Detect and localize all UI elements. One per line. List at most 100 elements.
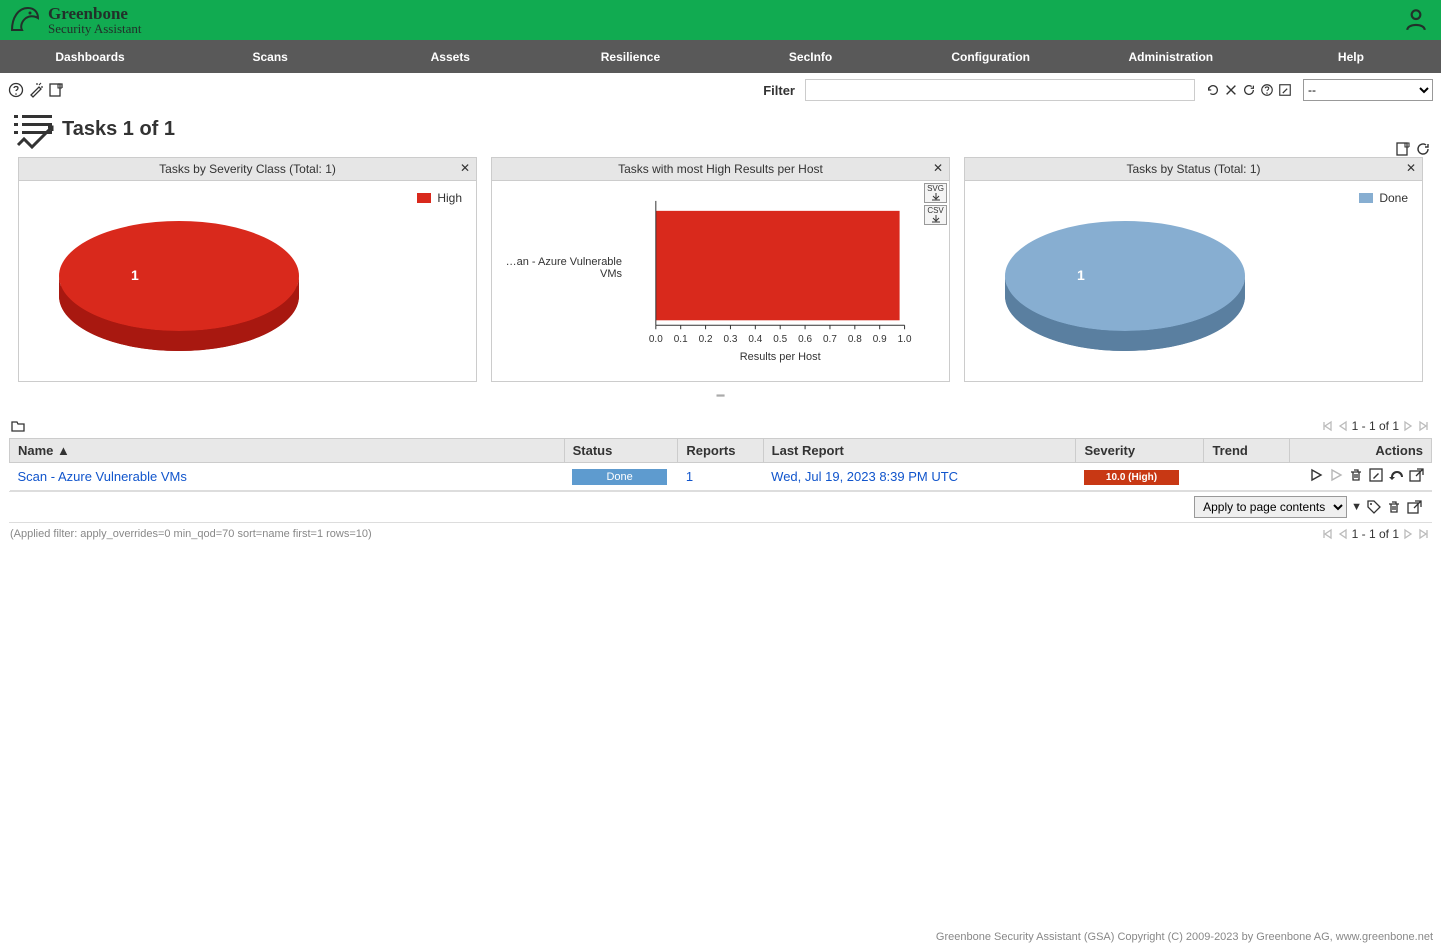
drag-handle-icon[interactable]: ━ [0,382,1441,414]
legend-severity-label: High [437,191,462,205]
page-last-icon[interactable] [1417,419,1431,433]
page-first-icon[interactable] [1320,419,1334,433]
delete-task-icon[interactable] [1348,467,1364,483]
reset-dashboard-icon[interactable] [1415,141,1431,157]
page-first-bottom-icon[interactable] [1320,527,1334,541]
user-icon[interactable] [1403,6,1429,35]
filter-help-icon[interactable] [1259,82,1275,98]
nav-administration[interactable]: Administration [1081,40,1261,73]
bulk-actions-row: Apply to page contents ▼ [9,491,1432,523]
svg-text:0.7: 0.7 [823,334,837,345]
card-status-close-icon[interactable]: ✕ [1406,161,1416,175]
svg-text:1.0: 1.0 [898,334,912,345]
wizard-icon[interactable] [28,82,44,98]
apply-select[interactable]: Apply to page contents [1194,496,1347,518]
legend-status[interactable]: Done [1359,191,1408,205]
pagination-top: 1 - 1 of 1 [1320,419,1431,433]
status-badge[interactable]: Done [572,469,667,485]
svg-text:0.3: 0.3 [724,334,738,345]
bulk-delete-icon[interactable] [1386,499,1402,515]
svg-text:0.6: 0.6 [798,334,812,345]
card-severity-title: Tasks by Severity Class (Total: 1) [159,162,336,176]
filter-clear-icon[interactable] [1223,82,1239,98]
tasks-table: Name ▲ Status Reports Last Report Severi… [9,438,1432,491]
svg-text:0.9: 0.9 [873,334,887,345]
help-icon[interactable] [8,82,24,98]
svg-text:0.0: 0.0 [649,334,663,345]
filter-refresh-icon[interactable] [1205,82,1221,98]
clone-task-icon[interactable] [1388,467,1404,483]
col-last[interactable]: Last Report [763,439,1076,463]
add-dashboard-icon[interactable] [1395,141,1411,157]
svg-text:0.1: 0.1 [674,334,688,345]
page-next-icon[interactable] [1401,419,1415,433]
reports-link[interactable]: 1 [686,469,693,484]
resume-task-icon[interactable] [1328,467,1344,483]
legend-swatch-high [417,193,431,203]
last-report-link[interactable]: Wed, Jul 19, 2023 8:39 PM UTC [771,469,958,484]
tasks-icon [8,109,56,149]
severity-badge: 10.0 (High) [1084,470,1179,485]
card-highresults: Tasks with most High Results per Host ✕ … [491,157,950,382]
svg-text:0.4: 0.4 [748,334,762,345]
bulk-tag-icon[interactable] [1366,499,1382,515]
brand-sub: Security Assistant [48,22,142,35]
filter-dropdown[interactable]: -- [1303,79,1433,101]
pagination-text: 1 - 1 of 1 [1352,419,1399,433]
start-task-icon[interactable] [1308,467,1324,483]
pie-status-value: 1 [1077,267,1085,283]
nav-assets[interactable]: Assets [360,40,540,73]
pie-severity-value: 1 [131,267,139,283]
page-prev-bottom-icon[interactable] [1336,527,1350,541]
export-svg-button[interactable]: SVG [924,183,947,203]
col-status[interactable]: Status [564,439,678,463]
bar-category-label: …an - Azure Vulnerable VMs [492,256,622,280]
col-reports[interactable]: Reports [678,439,763,463]
svg-text:0.5: 0.5 [773,334,787,345]
legend-severity[interactable]: High [417,191,462,205]
svg-text:0.2: 0.2 [699,334,713,345]
table-row: Scan - Azure Vulnerable VMs Done 1 Wed, … [10,463,1432,491]
col-trend[interactable]: Trend [1204,439,1289,463]
card-severity-close-icon[interactable]: ✕ [460,161,470,175]
filter-reset-icon[interactable] [1241,82,1257,98]
brand-logo-icon [8,4,42,37]
legend-status-label: Done [1379,191,1408,205]
footer-text: Greenbone Security Assistant (GSA) Copyr… [936,931,1433,943]
trend-cell [1204,463,1289,491]
nav-dashboards[interactable]: Dashboards [0,40,180,73]
filter-edit-icon[interactable] [1277,82,1293,98]
app-header: Greenbone Security Assistant [0,0,1441,40]
card-severity: Tasks by Severity Class (Total: 1) ✕ Hig… [18,157,477,382]
card-status-title: Tasks by Status (Total: 1) [1126,162,1260,176]
page-title: Tasks 1 of 1 [8,109,175,149]
nav-help[interactable]: Help [1261,40,1441,73]
page-next-bottom-icon[interactable] [1401,527,1415,541]
brand-name: Greenbone [48,5,142,22]
edit-task-icon[interactable] [1368,467,1384,483]
pie-status[interactable]: 1 [995,201,1255,380]
card-status: Tasks by Status (Total: 1) ✕ Done 1 [964,157,1423,382]
export-csv-button[interactable]: CSV [924,205,947,225]
pagination-bottom: 1 - 1 of 1 [1320,527,1431,541]
pie-severity[interactable]: 1 [49,201,309,380]
nav-scans[interactable]: Scans [180,40,360,73]
export-task-icon[interactable] [1408,467,1424,483]
bulk-export-icon[interactable] [1406,499,1422,515]
applied-filter-text: (Applied filter: apply_overrides=0 min_q… [10,528,372,540]
table-header-row: Name ▲ Status Reports Last Report Severi… [10,439,1432,463]
page-prev-icon[interactable] [1336,419,1350,433]
nav-resilience[interactable]: Resilience [540,40,720,73]
task-name-link[interactable]: Scan - Azure Vulnerable VMs [18,469,187,484]
bar-chart[interactable]: 0.00.10.20.30.40.50.60.70.80.91.0 Result… [492,181,949,380]
pagination-bottom-text: 1 - 1 of 1 [1352,527,1399,541]
filter-input[interactable] [805,79,1195,101]
nav-configuration[interactable]: Configuration [901,40,1081,73]
new-task-icon[interactable] [48,82,64,98]
col-severity[interactable]: Severity [1076,439,1204,463]
card-highresults-close-icon[interactable]: ✕ [933,161,943,175]
folder-icon[interactable] [10,418,26,434]
col-name[interactable]: Name ▲ [10,439,565,463]
page-last-bottom-icon[interactable] [1417,527,1431,541]
nav-secinfo[interactable]: SecInfo [721,40,901,73]
